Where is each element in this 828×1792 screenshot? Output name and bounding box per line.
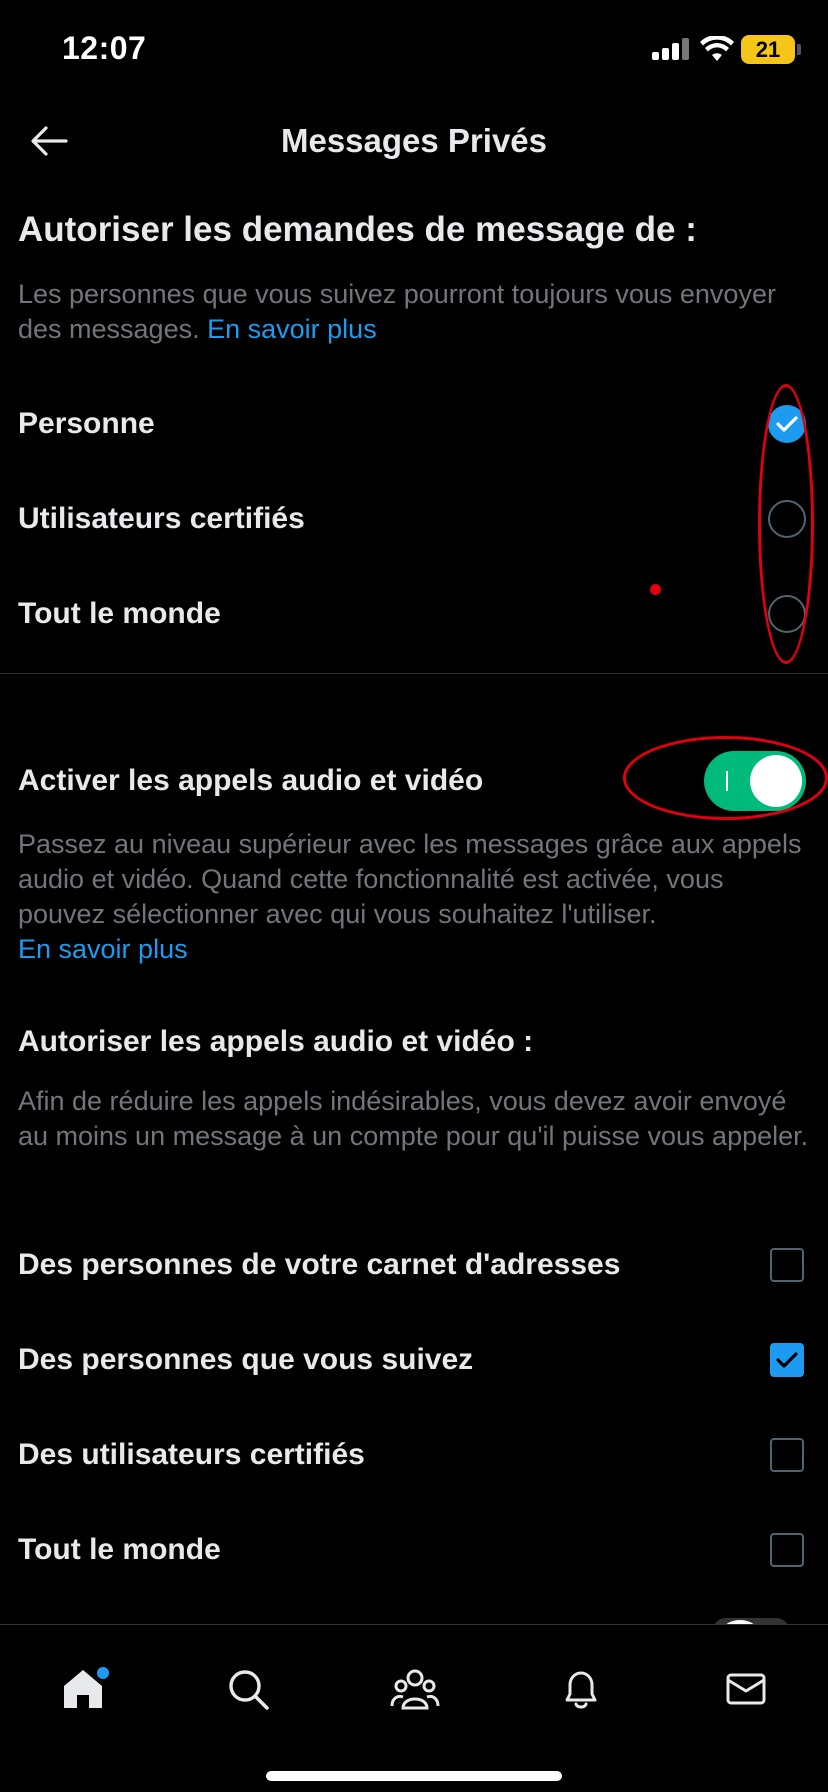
option-label: Personne bbox=[18, 407, 155, 440]
calls-toggle-label: Activer les appels audio et vidéo bbox=[18, 764, 484, 797]
option-label: Utilisateurs certifiés bbox=[18, 502, 305, 535]
option-tout-le-monde[interactable]: Tout le monde bbox=[18, 567, 810, 661]
message-requests-desc-text: Les personnes que vous suivez pourront t… bbox=[18, 279, 776, 344]
header: Messages Privés bbox=[0, 100, 828, 184]
wifi-icon bbox=[700, 36, 734, 61]
status-time: 12:07 bbox=[62, 30, 147, 66]
annotation-ellipse-radios bbox=[758, 384, 814, 664]
battery-icon: 21 bbox=[741, 35, 795, 64]
call-option-following[interactable]: Des personnes que vous suivez bbox=[18, 1313, 810, 1407]
nav-search[interactable] bbox=[218, 1659, 278, 1719]
allow-calls-desc-text: Afin de réduire les appels indésirables,… bbox=[18, 1086, 809, 1151]
nav-home[interactable] bbox=[53, 1659, 113, 1719]
allow-calls-heading: Autoriser les appels audio et vidéo : bbox=[18, 1022, 810, 1062]
option-label: Des personnes de votre carnet d'adresses bbox=[18, 1248, 621, 1281]
status-bar: 12:07 21 bbox=[0, 0, 828, 100]
option-label: Des personnes que vous suivez bbox=[18, 1343, 474, 1376]
call-option-verified[interactable]: Des utilisateurs certifiés bbox=[18, 1408, 810, 1502]
option-label: Des utilisateurs certifiés bbox=[18, 1438, 365, 1471]
page-title: Messages Privés bbox=[280, 122, 547, 159]
call-option-address-book[interactable]: Des personnes de votre carnet d'adresses bbox=[18, 1218, 810, 1312]
bottom-navigation bbox=[0, 1624, 828, 1792]
nav-notifications[interactable] bbox=[551, 1659, 611, 1719]
allow-calls-title: Autoriser les appels audio et vidéo : bbox=[18, 1025, 534, 1058]
calls-desc-text: Passez au niveau supérieur avec les mess… bbox=[18, 829, 802, 929]
annotation-ellipse-toggle bbox=[623, 736, 828, 820]
learn-more-link[interactable]: En savoir plus bbox=[207, 314, 377, 344]
checkbox-unchecked[interactable] bbox=[770, 1533, 804, 1567]
nav-messages[interactable] bbox=[716, 1659, 776, 1719]
calls-description: Passez au niveau supérieur avec les mess… bbox=[18, 827, 810, 967]
battery-tip bbox=[797, 44, 801, 55]
allow-calls-description: Afin de réduire les appels indésirables,… bbox=[18, 1084, 810, 1154]
battery-level: 21 bbox=[755, 36, 781, 62]
option-personne[interactable]: Personne bbox=[18, 377, 810, 471]
cellular-signal-icon bbox=[652, 38, 690, 60]
learn-more-link[interactable]: En savoir plus bbox=[18, 934, 188, 964]
section-divider bbox=[0, 673, 828, 674]
option-label: Tout le monde bbox=[18, 1533, 221, 1566]
home-indicator[interactable] bbox=[266, 1771, 562, 1781]
nav-communities[interactable] bbox=[385, 1659, 445, 1719]
option-label: Tout le monde bbox=[18, 597, 221, 630]
search-icon bbox=[229, 1670, 269, 1710]
option-utilisateurs-certifies[interactable]: Utilisateurs certifiés bbox=[18, 472, 810, 566]
message-requests-title: Autoriser les demandes de message de : bbox=[18, 210, 697, 249]
notifications-icon bbox=[565, 1671, 597, 1709]
communities-icon bbox=[390, 1669, 440, 1710]
message-requests-description: Les personnes que vous suivez pourront t… bbox=[18, 277, 810, 347]
message-requests-heading: Autoriser les demandes de message de : bbox=[18, 208, 810, 252]
checkmark-icon bbox=[776, 1352, 798, 1368]
call-option-everyone[interactable]: Tout le monde bbox=[18, 1503, 810, 1597]
messages-icon bbox=[726, 1673, 766, 1705]
checkbox-unchecked[interactable] bbox=[770, 1248, 804, 1282]
checkbox-checked[interactable] bbox=[770, 1343, 804, 1377]
home-notification-dot bbox=[97, 1667, 109, 1679]
annotation-dot bbox=[650, 584, 661, 595]
checkbox-unchecked[interactable] bbox=[770, 1438, 804, 1472]
